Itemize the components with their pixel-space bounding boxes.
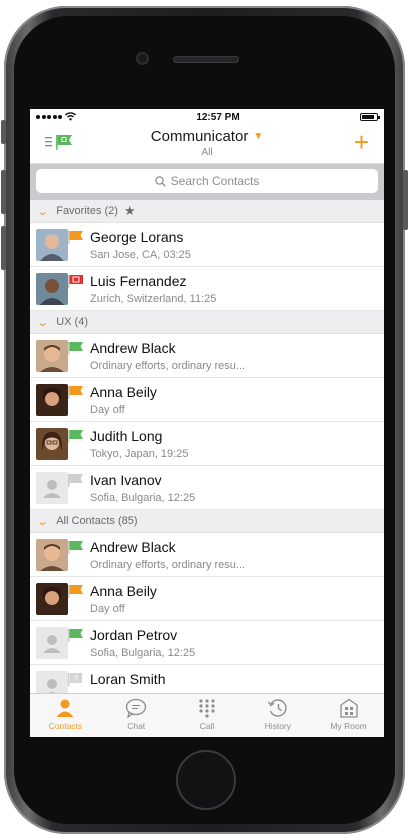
- contact-detail: Ordinary efforts, ordinary resu...: [90, 559, 246, 571]
- avatar-placeholder: [36, 627, 68, 659]
- tab-contacts[interactable]: Contacts: [30, 694, 101, 737]
- avatar: [36, 583, 68, 615]
- avatar: [36, 273, 68, 305]
- star-icon: ★: [123, 203, 136, 218]
- contact-detail: Sofia, Bulgaria, 12:25: [90, 647, 196, 659]
- battery-icon: [359, 113, 380, 121]
- avatar: [36, 229, 68, 261]
- contact-name: George Lorans: [90, 229, 184, 245]
- chat-bubble-icon: [126, 698, 147, 718]
- front-camera: [136, 52, 149, 65]
- contact-name: Jordan Petrov: [90, 627, 178, 643]
- chevron-down-icon: ⌄: [36, 205, 50, 218]
- room-icon: [339, 698, 358, 718]
- status-flag-icon: [68, 474, 83, 487]
- contact-detail: Sofia, Bulgaria, 12:25: [90, 492, 196, 504]
- section-label: All Contacts (85): [56, 515, 138, 527]
- chevron-down-icon: ⌄: [36, 316, 50, 329]
- tab-label: My Room: [330, 721, 367, 731]
- contact-row[interactable]: Jordan Petrov Sofia, Bulgaria, 12:25: [30, 621, 384, 665]
- volume-up-button: [1, 170, 6, 214]
- search-input[interactable]: Search Contacts: [36, 169, 378, 193]
- tab-call[interactable]: Call: [172, 694, 243, 737]
- section-label: UX (4): [56, 316, 88, 328]
- contact-name: Ivan Ivanov: [90, 472, 162, 488]
- volume-down-button: [1, 226, 6, 270]
- caret-down-icon: ▼: [253, 131, 264, 142]
- contact-row[interactable]: Anna Beily Day off: [30, 378, 384, 422]
- status-flag-icon: [68, 231, 83, 244]
- status-flag-icon: [68, 541, 83, 554]
- contact-row[interactable]: Andrew Black Ordinary efforts, ordinary …: [30, 334, 384, 378]
- page-subtitle: All: [201, 147, 213, 158]
- contact-name: Luis Fernandez: [90, 273, 187, 289]
- chevron-down-icon: ⌄: [36, 515, 50, 528]
- page-title[interactable]: Communicator ▼: [30, 128, 384, 145]
- avatar: [36, 428, 68, 460]
- contact-row[interactable]: Andrew Black Ordinary efforts, ordinary …: [30, 533, 384, 577]
- contact-detail: Day off: [90, 404, 125, 416]
- busy-flag-icon: [68, 275, 83, 288]
- svg-text:?: ?: [74, 675, 79, 684]
- tab-label: Contacts: [48, 721, 83, 731]
- contact-detail: San Jose, CA, 03:25: [90, 249, 191, 261]
- status-flag-icon: [68, 585, 83, 598]
- home-button[interactable]: [176, 750, 236, 810]
- avatar: [36, 340, 68, 372]
- search-bar: Search Contacts: [30, 164, 384, 200]
- status-flag-icon: [68, 386, 83, 399]
- tab-label: Chat: [127, 721, 146, 731]
- wifi-icon: [65, 111, 76, 123]
- tab-label: Call: [199, 721, 215, 731]
- nav-bar: Communicator ▼ All +: [30, 125, 384, 164]
- contact-row[interactable]: Anna Beily Day off: [30, 577, 384, 621]
- power-button: [403, 170, 408, 230]
- status-bar: 12:57 PM: [30, 109, 384, 125]
- dialpad-icon: [199, 699, 215, 718]
- contact-name: Anna Beily: [90, 384, 157, 400]
- search-placeholder: Search Contacts: [170, 174, 260, 188]
- contact-row[interactable]: Ivan Ivanov Sofia, Bulgaria, 12:25: [30, 466, 384, 510]
- contact-row[interactable]: George Lorans San Jose, CA, 03:25: [30, 223, 384, 267]
- avatar-placeholder: [36, 472, 68, 504]
- contact-detail: Zurich, Switzerland, 11:25: [90, 293, 217, 305]
- search-icon: [154, 175, 166, 187]
- tab-history[interactable]: History: [242, 694, 313, 737]
- contact-row[interactable]: Judith Long Tokyo, Japan, 19:25: [30, 422, 384, 466]
- status-time: 12:57 PM: [196, 111, 240, 123]
- contact-name: Judith Long: [90, 428, 163, 444]
- tab-label: History: [264, 721, 292, 731]
- section-label: Favorites (2): [56, 205, 118, 217]
- section-header-ux[interactable]: ⌄ UX (4): [30, 311, 384, 334]
- contact-name: Andrew Black: [90, 539, 176, 555]
- tab-chat[interactable]: Chat: [101, 694, 172, 737]
- status-flag-icon: [68, 430, 83, 443]
- avatar: [36, 384, 68, 416]
- history-clock-icon: [267, 699, 287, 717]
- add-contact-button[interactable]: +: [354, 129, 369, 155]
- section-header-all-contacts[interactable]: ⌄ All Contacts (85): [30, 510, 384, 533]
- section-header-favorites[interactable]: ⌄ Favorites (2) ★: [30, 200, 384, 223]
- contact-name: Loran Smith: [90, 671, 166, 687]
- status-flag-icon: [68, 342, 83, 355]
- earpiece-speaker: [173, 56, 239, 63]
- signal-dots-icon: [36, 115, 62, 119]
- status-flag-icon: [68, 629, 83, 642]
- contact-row[interactable]: Luis Fernandez Zurich, Switzerland, 11:2…: [30, 267, 384, 311]
- tab-my-room[interactable]: My Room: [313, 694, 384, 737]
- person-icon: [56, 699, 74, 717]
- app-screen: 12:57 PM Communicator ▼ All + Search Con…: [30, 109, 384, 737]
- contact-detail: Day off: [90, 603, 125, 615]
- contact-detail: Tokyo, Japan, 19:25: [90, 448, 189, 460]
- mute-switch: [1, 120, 6, 144]
- page-title-text: Communicator: [150, 128, 249, 145]
- unknown-status-icon: ?: [68, 673, 82, 686]
- contact-name: Anna Beily: [90, 583, 157, 599]
- contact-detail: Ordinary efforts, ordinary resu...: [90, 360, 246, 372]
- tab-bar: Contacts Chat Call History My Room: [30, 693, 384, 737]
- contact-name: Andrew Black: [90, 340, 176, 356]
- signal-strength: [36, 111, 76, 123]
- avatar: [36, 539, 68, 571]
